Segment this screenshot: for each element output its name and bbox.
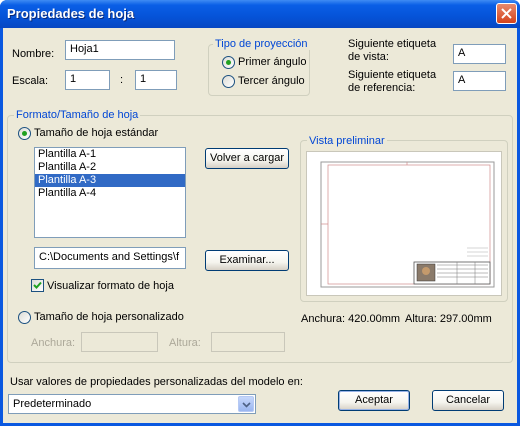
preview-height-text: Altura: 297.00mm [405,313,492,325]
reload-button[interactable]: Volver a cargar [205,148,289,169]
template-list[interactable]: Plantilla A-1 Plantilla A-2 Plantilla A-… [34,147,186,238]
custom-width-input[interactable] [81,332,158,352]
next-view-label-line2: de vista: [348,51,389,63]
checkmark-icon [33,281,42,289]
scale-label: Escala: [12,75,49,87]
name-input[interactable]: Hoja1 [65,40,175,60]
standard-size-radio[interactable] [18,127,31,140]
sheet-preview [306,151,502,296]
custom-size-label: Tamaño de hoja personalizado [34,311,184,323]
next-ref-label-line2: de referencia: [348,82,416,94]
next-ref-label-line1: Siguiente etiqueta [348,69,437,81]
list-item[interactable]: Plantilla A-2 [35,161,185,174]
list-item[interactable]: Plantilla A-1 [35,148,185,161]
dialog-body: Nombre: Hoja1 Escala: 1 : 1 Tipo de proy… [3,28,517,423]
ok-button[interactable]: Aceptar [338,390,410,411]
first-angle-label: Primer ángulo [238,56,307,68]
name-label: Nombre: [12,48,55,60]
third-angle-radio[interactable] [222,75,235,88]
dialog-window: Propiedades de hoja Nombre: Hoja1 Escala… [0,0,520,426]
chevron-down-icon [242,402,251,408]
title-bar[interactable]: Propiedades de hoja [0,0,520,28]
standard-size-label: Tamaño de hoja estándar [34,127,159,139]
first-angle-radio[interactable] [222,56,235,69]
custom-props-value: Predeterminado [13,398,92,410]
custom-size-radio[interactable] [18,311,31,324]
dropdown-button[interactable] [238,396,254,412]
show-format-checkbox[interactable] [31,279,44,292]
custom-width-label: Anchura: [31,337,76,349]
format-legend: Formato/Tamaño de hoja [14,109,141,121]
scale-right-input[interactable]: 1 [135,70,177,90]
list-item[interactable]: Plantilla A-4 [35,187,185,200]
preview-width-text: Anchura: 420.00mm [301,313,401,325]
sheet-preview-drawing [320,161,495,288]
custom-props-label: Usar valores de propiedades personalizad… [10,376,303,388]
scale-separator: : [120,74,124,86]
list-item[interactable]: Plantilla A-3 [35,174,185,187]
custom-props-select[interactable]: Predeterminado [8,394,256,414]
preview-legend: Vista preliminar [307,135,387,147]
close-button[interactable] [496,3,517,24]
dialog-title: Propiedades de hoja [7,6,135,21]
cancel-button[interactable]: Cancelar [432,390,504,411]
scale-left-input[interactable]: 1 [65,70,110,90]
show-format-label: Visualizar formato de hoja [47,280,174,292]
custom-height-label: Altura: [169,337,201,349]
custom-height-input[interactable] [211,332,285,352]
projection-group [208,44,310,96]
browse-button[interactable]: Examinar... [205,250,289,271]
next-view-input[interactable]: A [453,44,506,64]
third-angle-label: Tercer ángulo [238,75,305,87]
next-view-label-line1: Siguiente etiqueta [348,38,437,50]
template-path-input[interactable]: C:\Documents and Settings\f [34,247,186,269]
next-ref-input[interactable]: A [453,71,506,91]
projection-legend: Tipo de proyección [213,38,310,50]
close-icon [501,8,512,19]
